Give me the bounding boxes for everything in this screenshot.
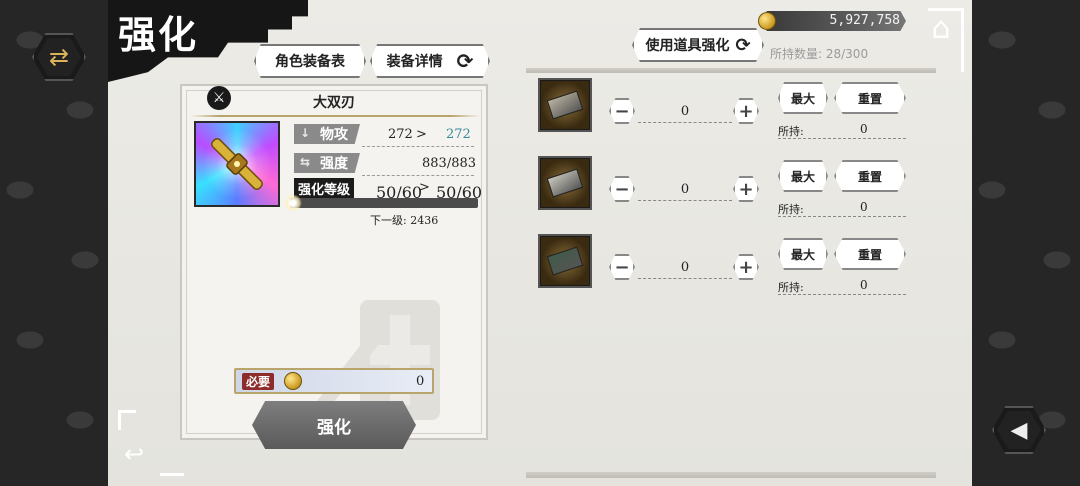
- durability-value: 883/883: [422, 156, 477, 171]
- attack-stat-label: ↓ 物攻: [294, 124, 360, 144]
- quantity-value: 0: [680, 260, 690, 275]
- max-button[interactable]: 最大: [778, 160, 828, 192]
- attack-next: 272: [446, 127, 471, 142]
- gold-amount: 5,927,758: [829, 13, 900, 28]
- right-bottom-divider: [526, 472, 936, 478]
- enhance-button[interactable]: 强化: [252, 401, 416, 449]
- max-button[interactable]: 最大: [778, 82, 828, 114]
- double-blade-icon: [211, 138, 263, 190]
- holding-count: 所持数量: 28/300: [770, 47, 869, 61]
- max-button[interactable]: 最大: [778, 238, 828, 270]
- owned-value: 0: [860, 122, 868, 136]
- next-level-text: 下一级: 2436: [370, 214, 439, 227]
- back-icon[interactable]: ↩: [124, 440, 144, 468]
- level-label: 强化等级: [294, 178, 355, 199]
- level-arrow: >: [419, 180, 430, 195]
- required-label: 必要: [242, 373, 275, 390]
- owned-label: 所持:: [778, 281, 804, 294]
- enhance-stone-thumb[interactable]: [538, 156, 592, 210]
- speaker-icon: ◀: [997, 411, 1041, 449]
- coin-icon: [284, 372, 302, 390]
- reset-button[interactable]: 重置: [834, 238, 906, 270]
- enhance-stone-thumb[interactable]: [538, 234, 592, 288]
- quantity-value: 0: [680, 104, 690, 119]
- stone-icon: [546, 168, 584, 198]
- plus-icon: +: [738, 100, 754, 122]
- enhance-stone-thumb[interactable]: [538, 78, 592, 132]
- plus-icon: +: [738, 256, 754, 278]
- weapon-portrait[interactable]: [194, 121, 280, 207]
- required-cost-box: 必要 0: [234, 368, 434, 394]
- right-top-divider: [526, 68, 936, 73]
- refresh-icon: ⟳: [735, 34, 751, 56]
- tab-label: 角色装备表: [275, 54, 345, 70]
- reset-button[interactable]: 重置: [834, 160, 906, 192]
- tab-character-equipment[interactable]: 角色装备表: [254, 44, 366, 78]
- attack-current: 272: [388, 127, 413, 142]
- use-item-enhance-title: 使用道具强化 ⟳: [632, 28, 764, 62]
- tab-label: 装备详情: [386, 54, 443, 70]
- quantity-value: 0: [680, 182, 690, 197]
- required-cost: 0: [416, 374, 425, 389]
- tab-equipment-details[interactable]: 装备详情 ⟳: [370, 44, 490, 78]
- swap-icon: ⇄: [37, 38, 81, 76]
- stone-icon: [546, 246, 584, 276]
- attack-arrow: >: [416, 127, 427, 142]
- exp-bar: [290, 198, 478, 208]
- reset-button[interactable]: 重置: [834, 82, 906, 114]
- stone-icon: [546, 90, 584, 120]
- minus-icon: −: [614, 178, 630, 200]
- minus-icon: −: [614, 100, 630, 122]
- durability-icon: ⇆: [300, 155, 311, 169]
- plus-icon: +: [738, 178, 754, 200]
- name-divider: [190, 115, 480, 117]
- exp-glow: [284, 194, 302, 212]
- page-title: 强化: [118, 13, 199, 57]
- attack-icon: ↓: [300, 126, 311, 140]
- refresh-icon: ⟳: [456, 49, 474, 73]
- minus-icon: −: [614, 256, 630, 278]
- owned-label: 所持:: [778, 125, 804, 138]
- owned-label: 所持:: [778, 203, 804, 216]
- owned-value: 0: [860, 278, 868, 292]
- owned-value: 0: [860, 200, 868, 214]
- durability-stat-label: ⇆ 强度: [294, 153, 360, 173]
- weapon-name: 大双刃: [313, 95, 355, 111]
- gold-coin-icon: [758, 12, 776, 30]
